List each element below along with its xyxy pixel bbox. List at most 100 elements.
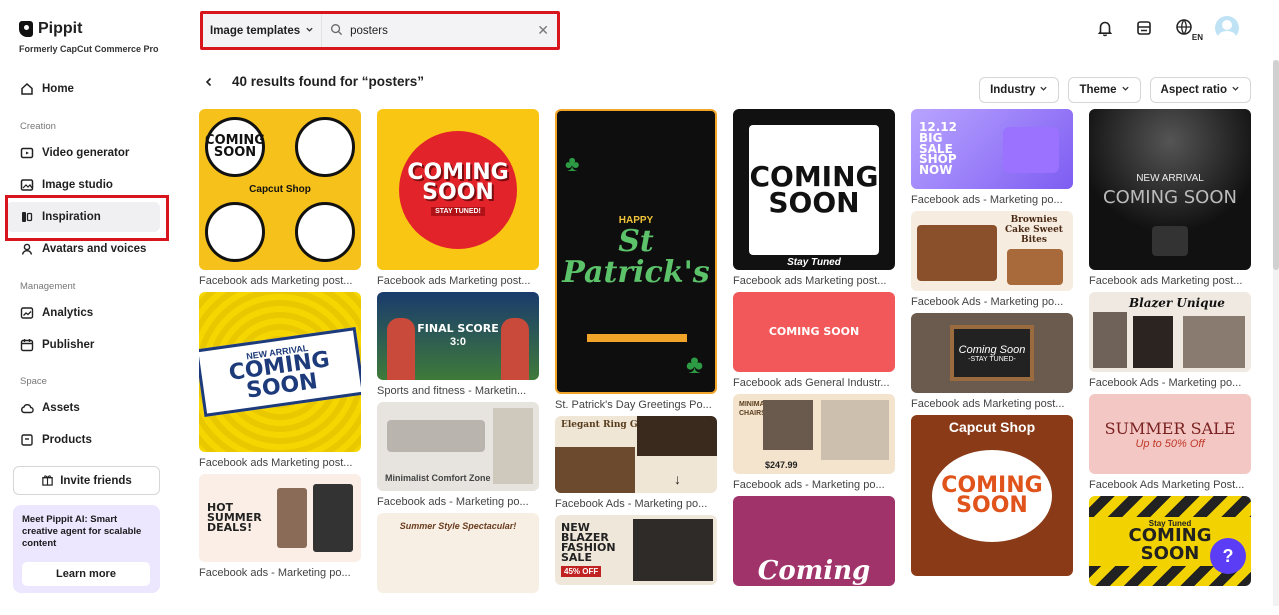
sidebar-item-label: Home xyxy=(42,83,74,95)
user-avatar[interactable] xyxy=(1215,16,1239,40)
search-type-dropdown[interactable]: Image templates xyxy=(203,14,323,47)
poster-text: MINIMALIST CHAIRS xyxy=(739,401,780,417)
filter-label: Theme xyxy=(1079,84,1117,96)
template-thumbnail: COMING SOON Capcut Shop xyxy=(199,109,361,270)
poster-subtext: -STAY TUNED- xyxy=(968,355,1016,363)
grid-column-6: NEW ARRIVAL COMING SOON Facebook ads Mar… xyxy=(1089,109,1251,608)
filter-theme[interactable]: Theme xyxy=(1068,77,1141,103)
poster-text: FINAL SCORE xyxy=(417,321,499,335)
template-thumbnail: Capcut Shop COMING SOON xyxy=(911,415,1073,576)
chevron-down-icon xyxy=(305,25,314,37)
template-caption: Facebook ads Marketing post... xyxy=(733,275,887,287)
poster-subtext: $247.99 xyxy=(765,460,798,470)
sidebar-item-products[interactable]: Products xyxy=(6,425,160,455)
learn-more-button[interactable]: Learn more xyxy=(22,562,150,586)
poster-subtext: 3:0 xyxy=(450,336,466,349)
avatars-icon xyxy=(20,242,34,256)
template-card[interactable]: Summer Style Spectacular! xyxy=(377,513,539,615)
template-card[interactable]: COMING SOON Stay Tuned Facebook ads Mark… xyxy=(733,109,895,292)
template-card[interactable]: COMING SOON Capcut Shop Facebook ads Mar… xyxy=(199,109,361,292)
promo-card: Meet Pippit AI: Smart creative agent for… xyxy=(13,505,160,593)
analytics-icon xyxy=(20,306,34,320)
template-thumbnail: Elegant Ring Gold ↓ xyxy=(555,416,717,493)
poster-text: COMING SOON xyxy=(749,160,879,219)
template-card[interactable]: NEW ARRIVAL COMING SOON Facebook ads Mar… xyxy=(199,292,361,474)
template-card[interactable]: HOT SUMMER DEALS! Facebook ads - Marketi… xyxy=(199,474,361,584)
template-card[interactable]: Coming Soon -STAY TUNED- Facebook ads Ma… xyxy=(911,313,1073,415)
image-studio-icon xyxy=(20,178,34,192)
search-input[interactable]: posters ✕ xyxy=(322,14,557,47)
poster-text: SUMMER SALE xyxy=(1104,418,1236,438)
language-label: EN xyxy=(1191,33,1203,42)
invite-friends-button[interactable]: Invite friends xyxy=(13,466,160,495)
template-card[interactable]: 12.12 BIG SALE SHOP NOW Facebook ads - M… xyxy=(911,109,1073,211)
poster-text: COMING SOON xyxy=(1128,524,1212,564)
template-caption: Facebook Ads - Marketing po... xyxy=(1089,377,1242,389)
invite-label: Invite friends xyxy=(60,474,132,487)
template-thumbnail: COMING SOON xyxy=(733,292,895,372)
template-card[interactable]: Elegant Ring Gold ↓ Facebook Ads - Marke… xyxy=(555,416,717,515)
template-card[interactable]: Capcut Shop COMING SOON xyxy=(911,415,1073,598)
template-card[interactable]: NEW BLAZER FASHION SALE 45% OFF xyxy=(555,515,717,607)
shamrock-icon: ♣ xyxy=(565,151,580,176)
template-thumbnail: HOT SUMMER DEALS! xyxy=(199,474,361,562)
template-thumbnail: NEW ARRIVAL COMING SOON xyxy=(199,292,361,452)
search-bar: Image templates posters ✕ xyxy=(200,11,560,50)
inbox-icon[interactable] xyxy=(1133,17,1155,39)
template-caption: Facebook ads - Marketing po... xyxy=(733,479,885,491)
sidebar-item-label: Video generator xyxy=(42,147,130,159)
home-icon xyxy=(20,82,34,96)
template-thumbnail: Blazer Unique xyxy=(1089,292,1251,372)
template-card[interactable]: Minimalist Comfort Zone Facebook ads - M… xyxy=(377,402,539,513)
template-card[interactable]: Blazer Unique Facebook Ads - Marketing p… xyxy=(1089,292,1251,394)
search-type-label: Image templates xyxy=(210,24,301,37)
sidebar-item-label: Analytics xyxy=(42,307,94,319)
template-caption: Facebook ads Marketing post... xyxy=(199,275,353,287)
clear-search-icon[interactable]: ✕ xyxy=(537,22,549,39)
template-caption xyxy=(911,576,1073,598)
help-button[interactable]: ? xyxy=(1210,538,1246,574)
template-thumbnail: NEW BLAZER FASHION SALE 45% OFF xyxy=(555,515,717,585)
template-card[interactable]: MINIMALIST CHAIRS $247.99 Facebook ads -… xyxy=(733,394,895,496)
template-card[interactable]: FINAL SCORE 3:0 Sports and fitness - Mar… xyxy=(377,292,539,402)
template-caption: Facebook ads - Marketing po... xyxy=(911,194,1063,206)
template-card[interactable]: SUMMER SALE Up to 50% Off Facebook Ads M… xyxy=(1089,394,1251,496)
bell-icon[interactable] xyxy=(1094,17,1116,39)
template-caption xyxy=(377,593,539,615)
poster-subtext: Up to 50% Off xyxy=(1135,437,1205,450)
sidebar-item-analytics[interactable]: Analytics xyxy=(6,298,160,328)
template-card[interactable]: Brownies Cake Sweet Bites Facebook Ads -… xyxy=(911,211,1073,313)
template-card[interactable]: HAPPY St Patrick's ♣ ♣ St. Patrick's Day… xyxy=(555,109,717,416)
section-space: Space xyxy=(20,376,47,387)
template-caption: Facebook Ads - Marketing po... xyxy=(555,498,708,510)
poster-text: 12.12 BIG SALE SHOP NOW xyxy=(919,120,957,178)
sidebar-item-assets[interactable]: Assets xyxy=(6,393,160,423)
template-card[interactable]: COMING SOON Facebook ads General Industr… xyxy=(733,292,895,394)
sidebar-item-publisher[interactable]: Publisher xyxy=(6,330,160,360)
poster-text: HOT SUMMER DEALS! xyxy=(207,501,262,534)
sidebar-item-home[interactable]: Home xyxy=(6,74,160,104)
template-caption xyxy=(1089,586,1251,608)
scrollbar-thumb[interactable] xyxy=(1273,60,1279,270)
template-card[interactable]: COMING SOON STAY TUNED! Facebook ads Mar… xyxy=(377,109,539,292)
template-caption: Facebook ads - Marketing po... xyxy=(377,496,529,508)
language-globe-icon[interactable]: EN xyxy=(1172,17,1203,42)
poster-text: Coming Soon xyxy=(958,343,1026,356)
back-chevron-icon[interactable] xyxy=(200,77,218,87)
template-card[interactable]: NEW ARRIVAL COMING SOON Facebook ads Mar… xyxy=(1089,109,1251,292)
products-icon xyxy=(20,433,34,447)
poster-subtext: NEW ARRIVAL xyxy=(1136,172,1204,184)
sidebar-item-video-generator[interactable]: Video generator xyxy=(6,138,160,168)
poster-text: COMING SOON xyxy=(941,472,1043,518)
filter-industry[interactable]: Industry xyxy=(979,77,1060,103)
poster-text: COMING SOON xyxy=(768,325,860,339)
filter-aspect-ratio[interactable]: Aspect ratio xyxy=(1149,77,1251,103)
filter-label: Industry xyxy=(990,84,1036,96)
poster-subtext: STAY TUNED! xyxy=(431,206,485,216)
brand[interactable]: Pippit Formerly CapCut Commerce Pro xyxy=(19,20,159,54)
template-caption xyxy=(733,586,895,608)
page-scrollbar[interactable] xyxy=(1273,60,1279,606)
template-card[interactable]: Coming xyxy=(733,496,895,608)
poster-text: COMING SOON xyxy=(1103,186,1237,208)
template-caption: Facebook Ads - Marketing po... xyxy=(911,296,1064,308)
